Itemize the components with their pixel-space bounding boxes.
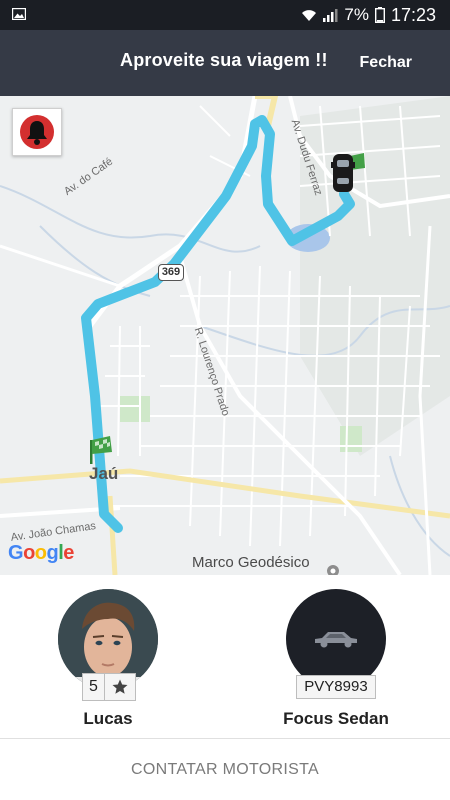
wifi-icon bbox=[302, 10, 317, 21]
clock: 17:23 bbox=[390, 4, 436, 25]
car-icon bbox=[315, 632, 357, 648]
header: Aproveite sua viagem !! Fechar bbox=[0, 30, 450, 96]
license-plate: PVY8993 bbox=[296, 675, 376, 699]
landmark-label: Marco Geodésico bbox=[192, 554, 310, 571]
contact-driver-button[interactable]: CONTATAR MOTORISTA bbox=[0, 739, 450, 800]
battery-percent: 7% bbox=[344, 5, 369, 24]
car-marker-icon bbox=[331, 154, 355, 192]
vehicle-model: Focus Sedan bbox=[283, 709, 389, 728]
city-label: Jaú bbox=[89, 464, 119, 483]
close-button[interactable]: Fechar bbox=[360, 54, 412, 72]
google-logo: Google bbox=[8, 542, 74, 564]
battery-icon bbox=[374, 7, 385, 23]
status-bar: 7% 17:23 bbox=[0, 0, 450, 30]
image-notification-icon bbox=[12, 8, 26, 20]
vehicle-card: PVY8993 Focus Sedan bbox=[283, 589, 389, 728]
map-canvas bbox=[0, 96, 450, 575]
route-shield: 369 bbox=[158, 264, 184, 281]
vehicle-avatar bbox=[286, 589, 386, 689]
driver-name: Lucas bbox=[83, 709, 133, 728]
panic-alarm-button[interactable] bbox=[12, 108, 62, 156]
star-icon bbox=[105, 674, 135, 700]
map-view[interactable]: Av. Dudu Ferraz Av. do Café R. Lourenço … bbox=[0, 96, 450, 575]
driver-rating: 5 bbox=[82, 673, 136, 701]
trip-info-panel: 5 Lucas PVY8993 Focus Sedan bbox=[0, 575, 450, 738]
driver-card: 5 Lucas bbox=[58, 589, 158, 728]
signal-icon bbox=[323, 9, 338, 22]
rating-value: 5 bbox=[83, 674, 105, 700]
page-title: Aproveite sua viagem !! bbox=[120, 50, 328, 70]
bell-icon bbox=[20, 115, 54, 149]
